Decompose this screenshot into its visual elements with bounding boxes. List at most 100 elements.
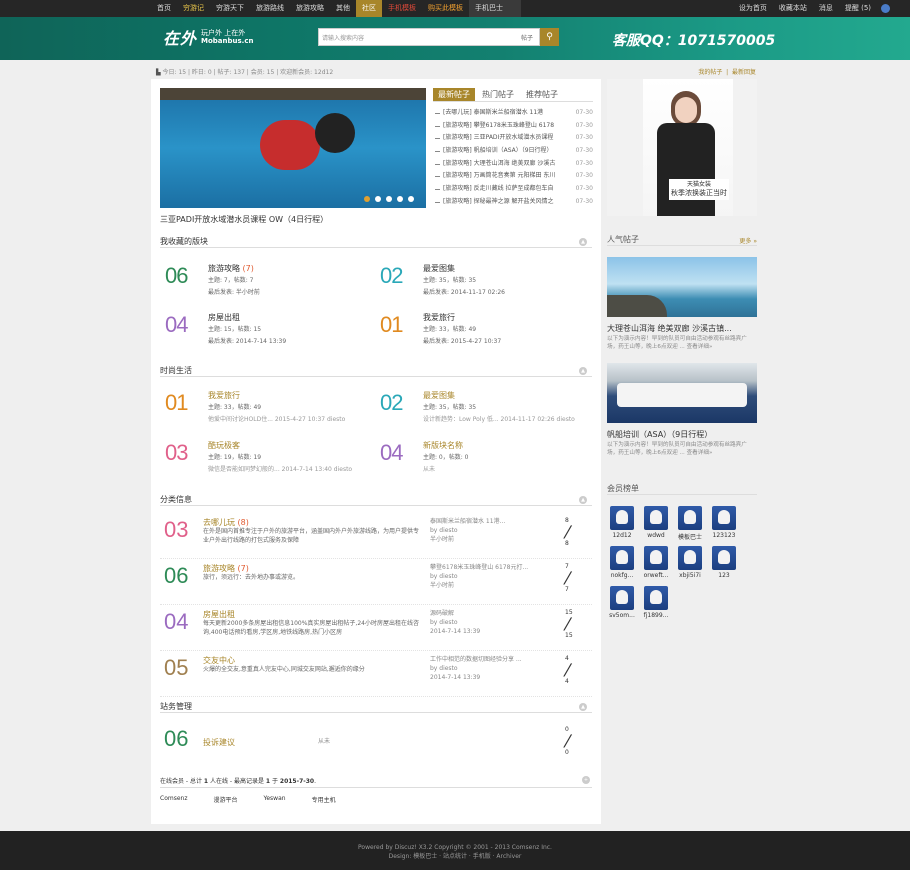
popular-title-1[interactable]: 大理苍山洱海 绝美双廊 沙溪古镇...: [607, 323, 732, 334]
my-posts-link[interactable]: 我的帖子: [698, 69, 722, 76]
messages-link[interactable]: 消息: [813, 0, 839, 17]
collapse-icon[interactable]: ▲: [579, 496, 587, 504]
set-homepage-link[interactable]: 设为首页: [733, 0, 773, 17]
nav-guides[interactable]: 旅游攻略: [290, 0, 330, 17]
nav-mobile-template[interactable]: 手机模板: [382, 0, 422, 17]
collapse-icon[interactable]: ▲: [579, 238, 587, 246]
nav-qiongyouji[interactable]: 穷游记: [177, 0, 210, 17]
member-item[interactable]: sv5om...: [607, 586, 637, 619]
forum-row[interactable]: 03 去哪儿玩 (8) 在外是国内首推专注于户外的旅游平台，涵盖国内外户外旅游线…: [160, 513, 592, 559]
forum-last-post[interactable]: 工作中相范的数据切图经验分享 ... by diesto 2014-7-14 13:…: [430, 655, 560, 682]
avatar: [610, 506, 634, 530]
friend-link[interactable]: 漫游平台: [213, 795, 237, 804]
forum-card[interactable]: 01 我爱旅行 主题: 33，帖数: 49 他爱中间讨论HOLD住... 201…: [165, 390, 375, 430]
member-item[interactable]: 123123: [709, 506, 739, 539]
forum-card[interactable]: 04 新版块名称 主题: 0，帖数: 0 从未: [380, 440, 590, 480]
list-item[interactable]: [旅游攻略] 攀登6178米玉珠峰登山 6178 07-30: [433, 119, 593, 133]
bookmark-link[interactable]: 收藏本站: [773, 0, 813, 17]
popular-image-2[interactable]: [607, 363, 757, 423]
forum-name[interactable]: 旅游攻略 (7): [208, 263, 254, 274]
collapse-icon[interactable]: +: [582, 776, 590, 784]
member-item[interactable]: nokfg...: [607, 546, 637, 579]
member-item[interactable]: 123: [709, 546, 739, 579]
slide-dots: [364, 196, 419, 202]
latest-replies-link[interactable]: 最新回复: [732, 69, 756, 76]
nav-home[interactable]: 首页: [151, 0, 177, 17]
notifications-link[interactable]: 提醒 (5): [839, 0, 877, 17]
forum-card[interactable]: 02 最爱图集 主题: 35，帖数: 35 最后发表: 2014-11-17 0…: [380, 263, 590, 303]
section-title: 分类信息: [160, 495, 192, 504]
search-input[interactable]: 请输入搜索内容 帖子: [318, 28, 540, 46]
slide-dot[interactable]: [386, 196, 392, 202]
footer-links[interactable]: Design: 模板巴士 · 站点统计 · 手机版 · Archiver: [0, 852, 910, 861]
popular-image-1[interactable]: [607, 257, 757, 317]
list-item[interactable]: [旅游攻略] 探秘最神之源 解开盐关风情之 07-30: [433, 195, 593, 209]
forum-card[interactable]: 02 最爱图集 主题: 35，帖数: 35 设计新趋势：Low Poly 低..…: [380, 390, 590, 430]
forum-last-post[interactable]: 源码破解 by diesto 2014-7-14 13:39: [430, 609, 560, 636]
list-item[interactable]: [旅游攻略] 万画筒花音奏第 元阳梯田 东川 07-30: [433, 170, 593, 184]
member-item[interactable]: 12d12: [607, 506, 637, 539]
nav-routes[interactable]: 旅游路线: [250, 0, 290, 17]
search-category-select[interactable]: 帖子: [521, 33, 533, 42]
forum-name[interactable]: 最爱图集: [423, 263, 455, 274]
popular-title-2[interactable]: 帆船培训（ASA）（9日行程）: [607, 429, 712, 440]
collapse-icon[interactable]: ▲: [579, 367, 587, 375]
user-avatar-icon[interactable]: [877, 0, 894, 17]
forum-name[interactable]: 最爱图集: [423, 390, 455, 401]
forum-row[interactable]: 05 交友中心 火爆的全交友,意重真人完友中心,同城交友网站,邂逅你的缘分 工作…: [160, 651, 592, 697]
friend-link[interactable]: Comsenz: [160, 795, 187, 804]
member-name: orweft...: [643, 572, 669, 579]
list-item[interactable]: [旅游攻略] 大理苍山洱海 绝美双廊 沙溪古 07-30: [433, 157, 593, 171]
tab-recommended[interactable]: 推荐帖子: [521, 88, 563, 101]
member-item[interactable]: xbji5i7i: [675, 546, 705, 579]
forum-card[interactable]: 06 旅游攻略 (7) 主题: 7，帖数: 7 最后发表: 半小时前: [165, 263, 375, 303]
forum-card[interactable]: 04 房屋出租 主题: 15，帖数: 15 最后发表: 2014-7-14 13…: [165, 312, 375, 352]
forum-row[interactable]: 04 房屋出租 每天更新2000多条房屋出租信息100%真实房屋出租帖子,24小…: [160, 605, 592, 651]
collapse-icon[interactable]: ▲: [579, 703, 587, 711]
slide-dot[interactable]: [375, 196, 381, 202]
forum-row[interactable]: 06 旅游攻略 (7) 旅行，须远行：去外地办事或游览。 攀登6178米玉珠峰登…: [160, 559, 592, 605]
ad-banner[interactable]: 天猫女装 秋季浓换装正当时: [607, 79, 757, 216]
nav-community[interactable]: 社区: [356, 0, 382, 17]
forum-last-post[interactable]: 他爱中间讨论HOLD住... 2015-4-27 10:37 diesto: [208, 414, 345, 423]
nav-buy-template[interactable]: 购买此模板: [422, 0, 469, 17]
forum-name[interactable]: 房屋出租: [208, 312, 240, 323]
member-item[interactable]: 模板巴士: [675, 506, 705, 541]
forum-name[interactable]: 我爱旅行: [423, 312, 455, 323]
site-logo[interactable]: 在外 玩户外 上在外 Mobanbus.cn: [163, 25, 253, 49]
friend-link[interactable]: 专用主机: [312, 795, 336, 804]
list-item[interactable]: [旅游攻略] 反走川藏线 拉萨至成都包车自 07-30: [433, 183, 593, 196]
member-item[interactable]: fj1899...: [641, 586, 671, 619]
slide-dot[interactable]: [408, 196, 414, 202]
nav-qiongyoutianxia[interactable]: 穷游天下: [210, 0, 250, 17]
slide-caption[interactable]: 三亚PADI开放水域潜水员课程 OW（4日行程）: [160, 214, 328, 225]
tab-latest[interactable]: 最新帖子: [433, 88, 475, 101]
member-item[interactable]: wdwd: [641, 506, 671, 539]
tab-hot[interactable]: 热门帖子: [477, 88, 519, 101]
forum-name[interactable]: 投诉建议: [203, 737, 235, 748]
more-link[interactable]: 更多 »: [739, 236, 757, 245]
list-item[interactable]: [旅游攻略] 帆船培训（ASA）（9日行程） 07-30: [433, 145, 593, 158]
slide-dot[interactable]: [397, 196, 403, 202]
popular-text-2: 以下为演示内容！早到的队员可自由活动参观有丝路宾广场，药王山等，晚上6点双迎 .…: [607, 442, 747, 456]
member-item[interactable]: orweft...: [641, 546, 671, 579]
forum-last-post[interactable]: 泰国斯米兰船宿潜水 11港... by diesto 半小时前: [430, 517, 560, 544]
forum-name[interactable]: 新版块名称: [423, 440, 463, 451]
forum-name[interactable]: 我爱旅行: [208, 390, 240, 401]
slideshow-image[interactable]: [160, 88, 426, 208]
slide-dot[interactable]: [364, 196, 370, 202]
forum-number: 02: [380, 390, 404, 415]
forum-card[interactable]: 01 我爱旅行 主题: 33，帖数: 49 最后发表: 2015-4-27 10…: [380, 312, 590, 352]
search-button[interactable]: ⚲: [540, 28, 559, 46]
list-item[interactable]: [去哪儿玩] 泰国斯米兰船宿潜水 11港 07-30: [433, 107, 593, 120]
forum-card[interactable]: 03 酷玩极客 主题: 19，帖数: 19 微信是否能如同梦幻般的... 201…: [165, 440, 375, 480]
list-item[interactable]: [旅游攻略] 三亚PADI开放水域潜水员课程 07-30: [433, 132, 593, 146]
forum-last-post[interactable]: 设计新趋势：Low Poly 低... 2014-11-17 02:26 die…: [423, 414, 575, 423]
forum-last-post[interactable]: 微信是否能如同梦幻般的... 2014-7-14 13:40 diesto: [208, 464, 352, 473]
forum-row[interactable]: 06 投诉建议 从未 0/0: [160, 722, 592, 768]
forum-name[interactable]: 酷玩极客: [208, 440, 240, 451]
friend-link[interactable]: Yeswan: [264, 795, 286, 804]
forum-last-post[interactable]: 攀登6178米玉珠峰登山 6178元打... by diesto 半小时前: [430, 563, 560, 590]
nav-mobanbus[interactable]: 手机巴士: [469, 0, 521, 17]
nav-other[interactable]: 其他: [330, 0, 356, 17]
